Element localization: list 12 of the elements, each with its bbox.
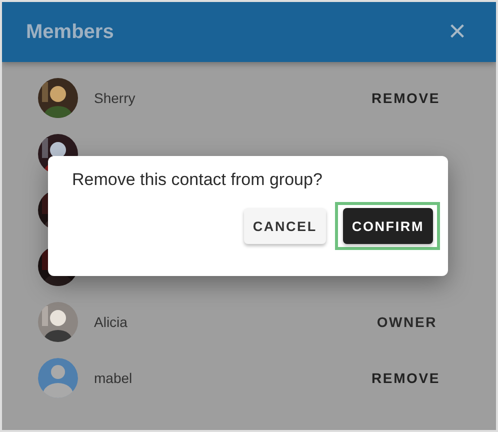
owner-label: OWNER	[376, 313, 437, 332]
confirm-button[interactable]: CONFIRM	[342, 208, 433, 244]
cancel-button[interactable]: CANCEL	[244, 208, 326, 244]
person-icon	[38, 358, 78, 398]
member-name: Alicia	[94, 314, 128, 330]
remove-button[interactable]: REMOVE	[372, 366, 440, 390]
dialog-title: Members	[26, 20, 114, 44]
member-name: Sherry	[94, 90, 136, 106]
member-name: mabel	[94, 370, 134, 386]
dialog-message: Remove this contact from group?	[72, 170, 324, 190]
remove-button[interactable]: REMOVE	[372, 86, 440, 110]
close-button[interactable]: ×	[444, 17, 470, 47]
